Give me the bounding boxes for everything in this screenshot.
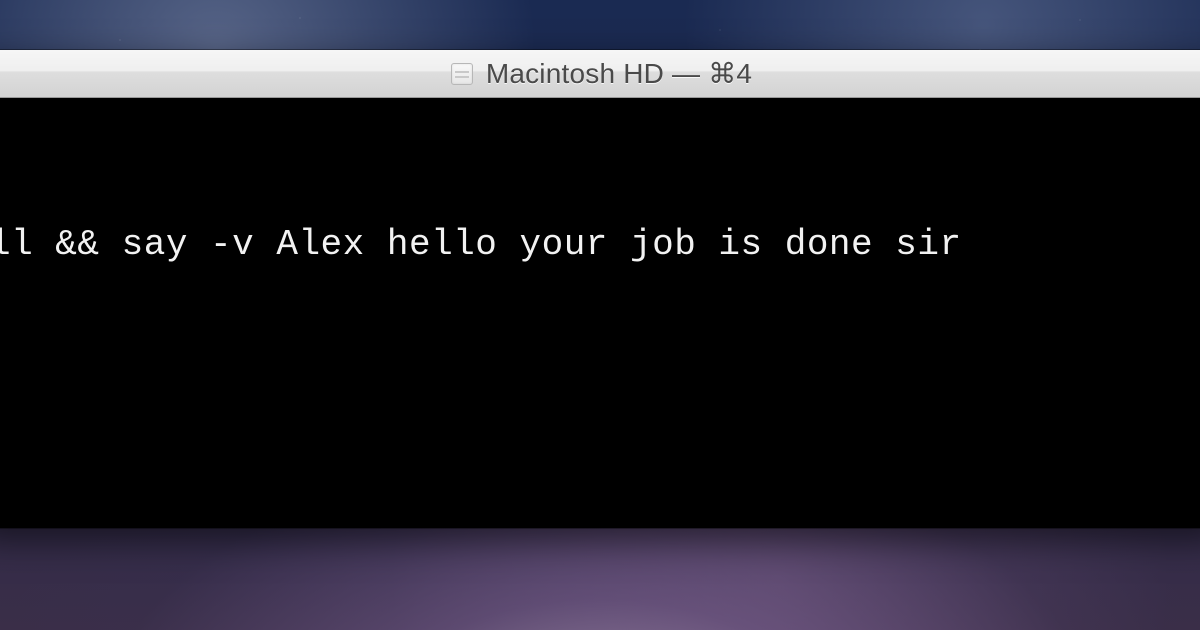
terminal-proxy-icon [448,61,476,87]
window-title: Macintosh HD — ⌘4 [486,57,752,90]
terminal-window: Macintosh HD — ⌘4 ll && say -v Alex hell… [0,50,1200,528]
window-title-wrap: Macintosh HD — ⌘4 [448,57,752,90]
terminal-line: ll && say -v Alex hello your job is done… [0,222,1200,269]
window-titlebar[interactable]: Macintosh HD — ⌘4 [0,50,1200,98]
terminal-content[interactable]: ll && say -v Alex hello your job is done… [0,98,1200,528]
